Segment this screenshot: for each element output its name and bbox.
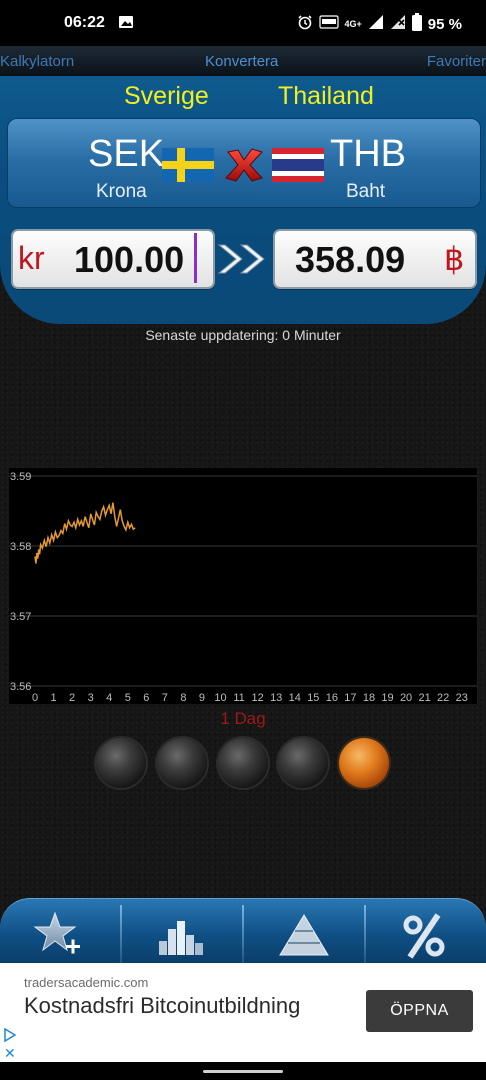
x-tick-label: 20 — [400, 692, 412, 704]
country-from[interactable]: Sverige — [124, 82, 209, 111]
currency-to-name: Baht — [346, 181, 386, 202]
x-tick-label: 15 — [307, 692, 319, 704]
x-tick-label: 6 — [143, 692, 149, 704]
x-tick-label: 0 — [32, 692, 38, 704]
tab-konvertera[interactable]: Konvertera — [205, 53, 278, 70]
x-tick-label: 7 — [162, 692, 168, 704]
x-tick-label: 3 — [88, 692, 94, 704]
network-type: 4G+ — [344, 18, 362, 29]
x-tick-label: 13 — [270, 692, 282, 704]
currency-from-name: Krona — [96, 181, 147, 202]
signal-off-icon — [390, 14, 406, 34]
y-tick-label: 3.59 — [10, 471, 31, 483]
currency-from-code[interactable]: SEK — [88, 133, 164, 176]
x-tick-label: 23 — [456, 692, 468, 704]
currency-to-symbol: ฿ — [444, 241, 465, 277]
result-amount: 358.09 — [295, 239, 406, 280]
country-to[interactable]: Thailand — [278, 82, 374, 111]
ad-url: tradersacademic.com — [24, 975, 149, 990]
x-tick-label: 11 — [233, 692, 244, 704]
pyramid-button[interactable] — [244, 899, 365, 965]
percent-button[interactable] — [366, 899, 486, 965]
x-tick-label: 22 — [437, 692, 449, 704]
favorites-add-icon — [33, 911, 80, 954]
x-tick-label: 16 — [326, 692, 338, 704]
x-tick-label: 4 — [106, 692, 112, 704]
x-tick-label: 12 — [252, 692, 264, 704]
pyramid-icon — [279, 914, 329, 956]
x-tick-label: 19 — [381, 692, 393, 704]
percent-icon — [403, 913, 445, 959]
chart-background — [9, 468, 477, 704]
period-button-5[interactable] — [339, 738, 389, 788]
currency-from-symbol: kr — [18, 240, 45, 276]
x-tick-label: 5 — [125, 692, 131, 704]
currency-to-code[interactable]: THB — [330, 133, 406, 176]
thailand-flag-icon[interactable] — [272, 148, 324, 182]
x-tick-label: 1 — [50, 692, 56, 704]
home-indicator[interactable] — [203, 1070, 283, 1073]
x-tick-label: 17 — [344, 692, 356, 704]
amount-input[interactable]: 100.00 — [74, 239, 184, 281]
tab-favoriter[interactable]: Favoriter — [427, 53, 486, 70]
x-tick-label: 14 — [289, 692, 301, 704]
x-tick-label: 2 — [69, 692, 75, 704]
y-tick-label: 3.56 — [10, 681, 31, 693]
status-time: 06:22 — [64, 14, 105, 31]
status-bar: 06:22 4G+ 95 % — [0, 0, 486, 46]
ad-choices-icon[interactable] — [4, 1028, 16, 1042]
period-button-3[interactable] — [218, 738, 268, 788]
volte-icon — [318, 14, 339, 34]
y-tick-label: 3.58 — [10, 541, 31, 553]
4g-icon: 4G+ — [344, 18, 362, 29]
ad-open-button[interactable]: ÖPPNA — [366, 990, 473, 1032]
status-icons: 4G+ 95 % — [297, 13, 462, 35]
x-tick-label: 8 — [180, 692, 186, 704]
signal-icon — [368, 14, 384, 34]
x-tick-label: 18 — [363, 692, 375, 704]
alarm-icon — [297, 14, 313, 34]
ad-title[interactable]: Kostnadsfri Bitcoinutbildning — [24, 992, 344, 1020]
chart-button[interactable] — [122, 899, 243, 965]
chart-icon — [159, 921, 203, 955]
sweden-flag-icon[interactable] — [162, 148, 214, 182]
battery-icon — [411, 13, 422, 35]
x-tick-label: 9 — [199, 692, 205, 704]
battery-percent: 95 % — [427, 15, 462, 33]
tab-kalkylatorn[interactable]: Kalkylatorn — [0, 53, 74, 70]
ad-close-icon[interactable]: ✕ — [4, 1045, 16, 1062]
rate-chart-svg: 3.593.583.573.560 1 2 3 4 5 6 7 8 9 10 11 12 13 14 15 16… — [9, 468, 477, 704]
period-button-2[interactable] — [157, 738, 207, 788]
text-cursor — [194, 233, 197, 283]
y-tick-label: 3.57 — [10, 611, 31, 623]
rate-chart: 3.59 3.58 3.57 3.56 0 1 2 3 4 5 6 7 8 9 10 11 12 13 14 15 16… — [9, 468, 477, 704]
top-nav: Kalkylatorn Konvertera Favoriter — [0, 46, 486, 77]
period-button-4[interactable] — [278, 738, 328, 788]
image-icon — [118, 14, 134, 35]
period-label: 1 Dag — [220, 709, 266, 728]
last-update-text: Senaste uppdatering: 0 Minuter — [145, 327, 341, 343]
x-tick-label: 10 — [214, 692, 226, 704]
swap-icon[interactable] — [222, 146, 266, 184]
bottom-nav — [0, 898, 486, 965]
favorites-add-button[interactable] — [0, 899, 121, 965]
x-tick-label: 21 — [418, 692, 430, 704]
period-button-1[interactable] — [96, 738, 146, 788]
convert-arrows-icon — [217, 244, 265, 274]
